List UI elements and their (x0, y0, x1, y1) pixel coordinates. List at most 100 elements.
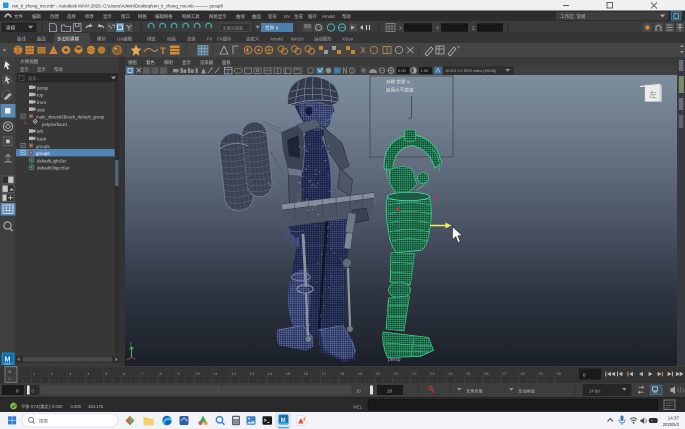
svg-text:group5: group5 (36, 144, 50, 149)
svg-text:y: y (130, 341, 132, 346)
svg-text:视图: 视图 (128, 59, 137, 66)
svg-text:平移 XYZ(重定):: 平移 XYZ(重定): (21, 403, 51, 410)
svg-text:X: X (399, 25, 402, 30)
svg-text:10: 10 (196, 371, 201, 376)
svg-text:无激活曲面: 无激活曲面 (223, 24, 243, 30)
svg-text:网格工具: 网格工具 (182, 13, 200, 20)
svg-text:网格显示: 网格显示 (209, 13, 227, 20)
svg-text:13: 13 (250, 371, 255, 376)
svg-text:生成: 生成 (294, 13, 303, 20)
svg-text:10: 10 (356, 388, 361, 393)
svg-text:Z: Z (472, 25, 475, 30)
svg-text:UV编辑: UV编辑 (117, 35, 132, 42)
svg-text:side: side (37, 107, 46, 112)
svg-text:大纲视图: 大纲视图 (20, 58, 39, 65)
svg-text:显示: 显示 (20, 67, 29, 72)
svg-text:曲面: 曲面 (252, 13, 261, 20)
svg-text:Arnold: Arnold (322, 14, 335, 19)
svg-text:24: 24 (448, 371, 453, 376)
svg-text:世界 X: 世界 X (265, 25, 279, 32)
svg-text:T: T (160, 46, 166, 57)
svg-text:渲染: 渲染 (187, 35, 196, 42)
svg-text:persp: persp (37, 85, 49, 90)
svg-text:22: 22 (412, 371, 417, 376)
svg-text:无角色集: 无角色集 (466, 387, 484, 394)
svg-text:多边形建模: 多边形建模 (57, 35, 80, 42)
svg-text:MEL: MEL (353, 404, 363, 409)
svg-text:自定义: 自定义 (246, 35, 260, 42)
svg-text:运动图形: 运动图形 (314, 35, 332, 42)
svg-text:左: 左 (649, 90, 657, 100)
svg-text:XGen: XGen (342, 36, 354, 41)
svg-text:ren_ti_zhong_mo.mb* - Autodesk: ren_ti_zhong_mo.mb* - Autodesk MAYA 2025… (12, 3, 223, 8)
svg-text:搜索...: 搜索... (28, 75, 40, 82)
svg-text:FX: FX (207, 36, 213, 41)
svg-text:网格: 网格 (138, 13, 147, 20)
svg-text:修改: 修改 (85, 13, 94, 20)
svg-text:Arnold: Arnold (270, 36, 283, 41)
svg-text:0.00: 0.00 (398, 68, 407, 73)
svg-text:Y: Y (436, 25, 439, 30)
svg-text:对称:世界 X: 对称:世界 X (386, 79, 410, 86)
svg-text:26: 26 (484, 371, 489, 376)
svg-text:18: 18 (340, 371, 345, 376)
svg-text:0.000: 0.000 (71, 404, 82, 409)
svg-text:绑定: 绑定 (147, 35, 156, 42)
svg-text:MASH: MASH (291, 36, 304, 41)
svg-text:编辑网格: 编辑网格 (155, 13, 173, 20)
svg-text:选择: 选择 (67, 13, 76, 20)
svg-text:文件: 文件 (14, 13, 23, 20)
svg-text:帮助: 帮助 (342, 13, 351, 20)
svg-text:编辑: 编辑 (32, 13, 41, 20)
svg-text:1.00: 1.00 (421, 68, 430, 73)
svg-text:窗口: 窗口 (121, 13, 130, 20)
svg-text:defaultLightSet: defaultLightSet (37, 158, 67, 163)
svg-text:曲线: 曲线 (236, 13, 245, 20)
svg-text:20: 20 (376, 371, 381, 376)
svg-text:ACES 1.0 SDR video (sRGB): ACES 1.0 SDR video (sRGB) (446, 68, 498, 73)
svg-text:top: top (37, 93, 44, 98)
svg-text:left: left (37, 129, 44, 134)
svg-text:FX缓存: FX缓存 (217, 35, 232, 42)
svg-text:14: 14 (268, 371, 273, 376)
svg-text:10: 10 (387, 388, 392, 393)
svg-text:30: 30 (557, 371, 562, 376)
svg-text:变形: 变形 (268, 13, 277, 20)
svg-text:渲染器: 渲染器 (200, 59, 214, 66)
svg-text:帮助: 帮助 (54, 66, 63, 73)
svg-text:曲面: 曲面 (37, 35, 46, 42)
svg-text:15: 15 (286, 371, 291, 376)
svg-text:24 fps: 24 fps (589, 388, 600, 393)
svg-text:缓存: 缓存 (308, 13, 317, 20)
svg-text:着色: 着色 (146, 59, 155, 66)
svg-text:19: 19 (358, 371, 363, 376)
svg-text:back: back (37, 137, 47, 142)
svg-text:16: 16 (304, 371, 309, 376)
svg-text:UV: UV (284, 14, 290, 19)
svg-text:搜索: 搜索 (39, 418, 49, 425)
svg-text:14:37: 14:37 (668, 415, 680, 420)
svg-text:17: 17 (322, 371, 327, 376)
svg-text:无动画层: 无动画层 (518, 387, 535, 394)
svg-text:工作区: 常规: 工作区: 常规 (560, 13, 586, 20)
svg-text:group6: group6 (36, 151, 50, 156)
svg-text:defaultObjectSet: defaultObjectSet (37, 166, 70, 171)
svg-text:建模: 建模 (6, 24, 16, 31)
svg-text:创建: 创建 (50, 13, 59, 20)
svg-text:21: 21 (394, 371, 399, 376)
svg-text:male_zbrush2Brush_default_grou: male_zbrush2Brush_default_group (36, 115, 105, 120)
svg-text:启用大写锁定: 启用大写锁定 (386, 87, 414, 94)
svg-text:曲线: 曲线 (17, 35, 26, 42)
svg-text:27: 27 (502, 371, 507, 376)
svg-text:动画: 动画 (167, 35, 176, 42)
svg-text:25: 25 (466, 371, 471, 376)
svg-text:面板: 面板 (222, 59, 231, 66)
svg-text:显示: 显示 (182, 60, 191, 65)
svg-text:29: 29 (538, 371, 543, 376)
svg-text:23: 23 (430, 371, 435, 376)
svg-text:12: 12 (232, 371, 237, 376)
svg-text:0.000: 0.000 (52, 404, 63, 409)
svg-text:2025: 2025 (5, 362, 11, 366)
svg-text:polySurface1: polySurface1 (42, 122, 68, 127)
svg-text:雕刻: 雕刻 (97, 35, 106, 42)
